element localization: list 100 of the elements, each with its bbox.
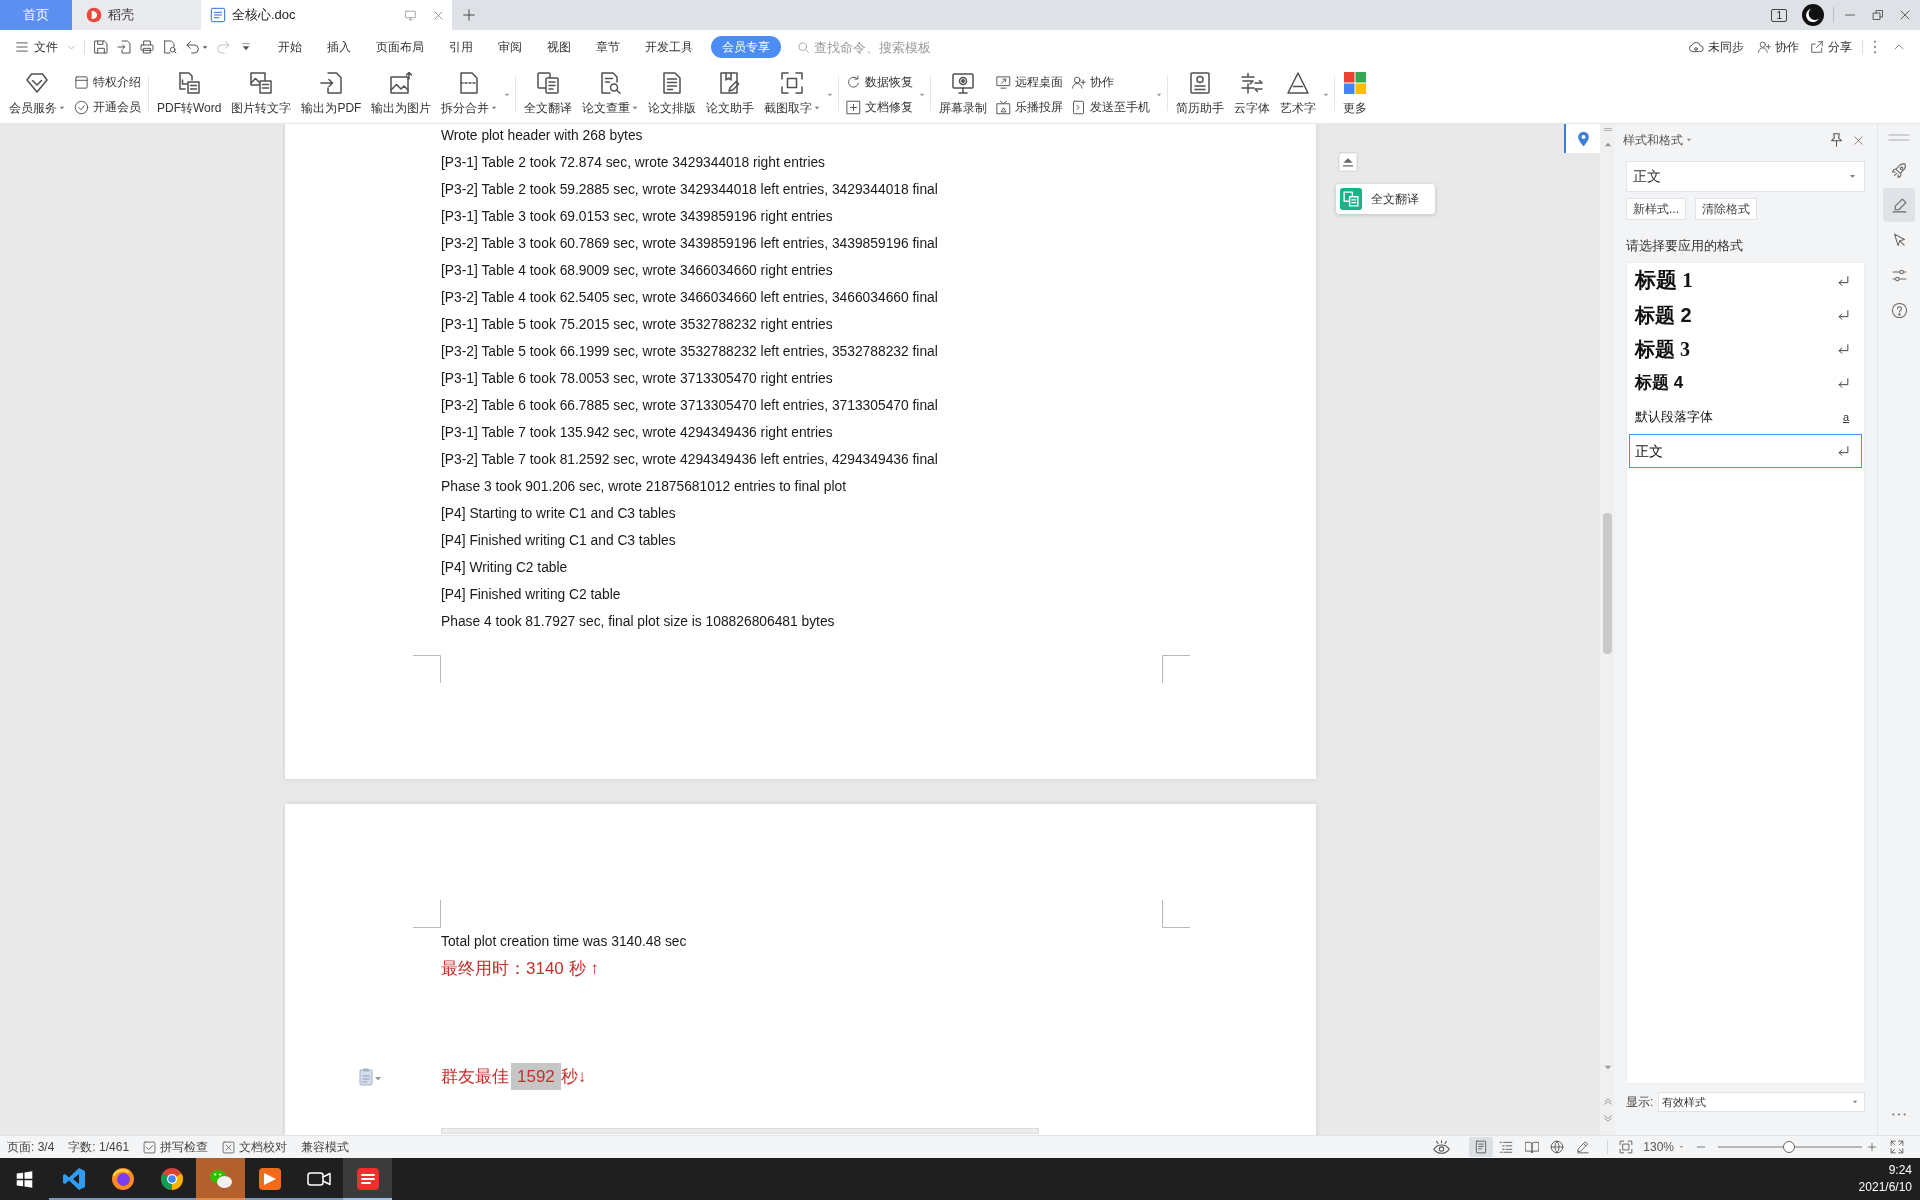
ribbon-button[interactable]: 会员服务: [4, 64, 70, 123]
close-icon[interactable]: [1853, 134, 1864, 146]
zoom-menu[interactable]: 130%: [1643, 1138, 1684, 1156]
ribbon-button[interactable]: 云字体: [1229, 64, 1276, 123]
status-button[interactable]: 拼写检查: [143, 1138, 209, 1156]
close-icon[interactable]: [433, 9, 444, 21]
more-icon[interactable]: [1873, 40, 1877, 54]
ribbon-tab[interactable]: 页面布局: [363, 36, 436, 58]
caret-icon[interactable]: [827, 93, 834, 97]
arrow-down-icon[interactable]: [1603, 1065, 1612, 1070]
fullscreen-icon[interactable]: [1890, 1140, 1904, 1154]
ribbon-button[interactable]: 论文排版: [643, 64, 702, 123]
panel-title-menu[interactable]: 样式和格式: [1623, 131, 1692, 149]
page-up-icon[interactable]: [1603, 1098, 1612, 1105]
toolbar-button[interactable]: 协作: [1757, 38, 1799, 56]
window-count[interactable]: 1: [1771, 8, 1787, 22]
new-style-button[interactable]: 新样式...: [1626, 198, 1686, 220]
customize-icon[interactable]: [241, 42, 251, 52]
ribbon-button[interactable]: 远程桌面: [996, 71, 1064, 93]
tab[interactable]: 稻壳: [72, 0, 201, 30]
ribbon-button[interactable]: 屏幕录制: [934, 64, 993, 123]
ribbon-button[interactable]: 图片转文字: [226, 64, 297, 123]
toolbar-button[interactable]: 未同步: [1688, 38, 1744, 56]
ribbon-tab[interactable]: 开始: [265, 36, 314, 58]
ribbon-tab[interactable]: 开发工具: [632, 36, 705, 58]
slider-thumb[interactable]: [1782, 1141, 1795, 1153]
ribbon-tab[interactable]: 插入: [314, 36, 363, 58]
fit-page-icon[interactable]: [1619, 1140, 1634, 1154]
style-dropdown[interactable]: 正文: [1626, 161, 1865, 192]
page-down-icon[interactable]: [1603, 1115, 1612, 1122]
pin-icon[interactable]: [1830, 133, 1843, 147]
style-item[interactable]: 正文: [1629, 434, 1862, 468]
tab[interactable]: 全核心.doc: [201, 0, 452, 30]
style-item[interactable]: 标题 4: [1629, 366, 1862, 400]
side-tool-button[interactable]: [1883, 188, 1915, 222]
file-menu[interactable]: 文件: [15, 38, 76, 56]
caret-icon[interactable]: [1156, 93, 1163, 97]
save-icon[interactable]: [93, 39, 109, 55]
ribbon-tab[interactable]: 视图: [534, 36, 583, 58]
undo-icon[interactable]: [185, 39, 201, 55]
ribbon-button[interactable]: 协作: [1071, 71, 1151, 93]
ribbon-tab[interactable]: 章节: [583, 36, 632, 58]
ribbon-button[interactable]: 全文翻译: [519, 64, 578, 123]
toolbar-button[interactable]: 分享: [1810, 38, 1852, 56]
print-icon[interactable]: [139, 39, 155, 55]
paste-options-icon[interactable]: [359, 1067, 382, 1086]
translate-button[interactable]: 全文翻译: [1336, 184, 1435, 214]
ribbon-button[interactable]: 论文助手: [701, 64, 760, 123]
ribbon-button[interactable]: 数据恢复: [846, 71, 914, 93]
ribbon-button[interactable]: 艺术字: [1275, 64, 1322, 123]
style-item[interactable]: 标题 3: [1629, 332, 1862, 366]
style-item[interactable]: 默认段落字体 a: [1629, 400, 1862, 434]
style-item[interactable]: 标题 1: [1629, 264, 1862, 298]
plus-icon[interactable]: [1867, 1142, 1877, 1152]
scroll-thumb[interactable]: [1603, 513, 1612, 654]
plus-square-icon: [846, 99, 862, 115]
caret-icon[interactable]: [1323, 93, 1330, 97]
vertical-scrollbar[interactable]: [1600, 124, 1615, 1135]
status-button[interactable]: 文档校对: [222, 1138, 288, 1156]
view-mode-button[interactable]: [1468, 1137, 1493, 1157]
ribbon-tab[interactable]: 引用: [436, 36, 485, 58]
taskbar-app-button[interactable]: [343, 1158, 392, 1200]
restore-window-icon[interactable]: [1872, 9, 1884, 21]
ribbon-button[interactable]: 简历助手: [1171, 64, 1230, 123]
close-icon[interactable]: [1899, 9, 1911, 21]
ribbon-button[interactable]: 论文查重: [577, 64, 644, 123]
eject-icon[interactable]: [1338, 152, 1358, 172]
caret-icon[interactable]: [919, 93, 926, 97]
style-item[interactable]: 标题 2: [1629, 298, 1862, 332]
ribbon-button[interactable]: 输出为图片: [366, 64, 437, 123]
avatar-icon[interactable]: [1802, 4, 1824, 26]
ribbon-button[interactable]: PDF转Word: [152, 64, 227, 123]
ribbon-button[interactable]: 乐播投屏: [996, 96, 1064, 118]
caret-icon[interactable]: [504, 93, 511, 97]
export-icon[interactable]: [116, 39, 132, 55]
clock-time[interactable]: 9:24: [1888, 1162, 1912, 1179]
ribbon-button[interactable]: 截图取字: [759, 64, 826, 123]
new-tab-icon[interactable]: [462, 8, 476, 22]
ribbon-button[interactable]: 特权介绍: [74, 71, 141, 93]
caret-icon[interactable]: [202, 44, 208, 50]
ribbon-button[interactable]: 更多: [1338, 64, 1373, 123]
print-preview-icon[interactable]: [162, 39, 178, 55]
clock-date[interactable]: 2021/6/10: [1858, 1179, 1912, 1196]
split-handle-icon[interactable]: [1603, 128, 1612, 131]
ribbon-button[interactable]: 输出为PDF: [296, 64, 367, 123]
show-dropdown[interactable]: 有效样式: [1658, 1092, 1865, 1112]
screenshot-frame-icon: [780, 71, 805, 95]
navigation-tab[interactable]: [1564, 124, 1600, 153]
ribbon-button[interactable]: 发送至手机: [1071, 96, 1151, 118]
ribbon-tab[interactable]: 审阅: [485, 36, 534, 58]
ribbon-button[interactable]: 文档修复: [846, 96, 914, 118]
monitor-icon[interactable]: [404, 8, 417, 22]
clear-format-button[interactable]: 清除格式: [1695, 198, 1757, 220]
ribbon-button[interactable]: 拆分合并: [436, 64, 503, 123]
eye-icon[interactable]: [1432, 1140, 1450, 1154]
more-icon[interactable]: [1892, 1113, 1906, 1116]
arrow-up-icon[interactable]: [1603, 142, 1612, 147]
ribbon-button[interactable]: 开通会员: [74, 96, 141, 118]
drag-handle-icon[interactable]: [1888, 134, 1910, 141]
search-field[interactable]: 查找命令、搜索模板: [814, 37, 964, 57]
